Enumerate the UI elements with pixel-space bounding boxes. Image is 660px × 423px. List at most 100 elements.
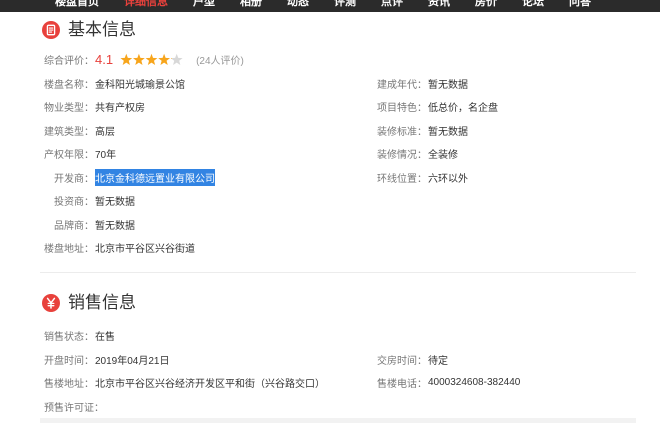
- section-divider: [40, 271, 636, 273]
- field-row: 楼盘名称： 金科阳光城瑜景公馆 建成年代： 暂无数据: [44, 72, 636, 96]
- property-type-field: 物业类型： 共有产权房: [44, 99, 377, 114]
- sales-phone-field: 售楼电话： 4000324608-382440: [377, 375, 520, 390]
- project-name-value: 金科阳光城瑜景公馆: [95, 79, 185, 91]
- decoration-status-value: 全装修: [428, 150, 458, 162]
- rating-star: [145, 53, 158, 65]
- property-type-label: 物业类型：: [44, 103, 94, 115]
- ring-road-location-value: 六环以外: [428, 173, 468, 185]
- investor-field: 投资商： 暂无数据: [44, 193, 377, 208]
- rating-star: [120, 53, 133, 65]
- ring-road-location-label: 环线位置：: [377, 173, 427, 185]
- opening-date-label: 开盘时间：: [44, 355, 94, 367]
- presale-permit-field: 预售许可证：: [44, 399, 377, 414]
- document-icon: [42, 21, 60, 39]
- rating-row: 综合评价： 4.1 (24人评价): [44, 48, 636, 72]
- nav-items: 楼盘首页 详细信息 户型 相册 动态 评测 点评 资讯 房价 论坛 问答: [55, 0, 591, 9]
- project-features-value: 低总价，名企盘: [428, 103, 498, 115]
- project-address-field: 楼盘地址： 北京市平谷区兴谷街道: [44, 240, 377, 255]
- building-type-value: 高层: [95, 126, 115, 138]
- delivery-date-field: 交房时间： 待定: [377, 352, 448, 367]
- project-name-field: 楼盘名称： 金科阳光城瑜景公馆: [44, 76, 377, 91]
- nav-item-news[interactable]: 资讯: [428, 0, 450, 9]
- build-year-field: 建成年代： 暂无数据: [377, 76, 468, 91]
- rating-star: [158, 53, 171, 65]
- developer-value: 北京金科德远置业有限公司: [95, 168, 215, 186]
- sales-info-title: 销售信息: [68, 293, 136, 312]
- field-row: 楼盘地址： 北京市平谷区兴谷街道: [44, 236, 636, 260]
- field-row: 预售许可证：: [44, 394, 636, 417]
- sales-office-address-label: 售楼地址：: [44, 379, 94, 391]
- rating-stars: [120, 53, 183, 65]
- rating-count: (24人评价): [196, 56, 244, 68]
- brand-owner-value: 暂无数据: [95, 220, 135, 232]
- property-rights-term-label: 产权年限：: [44, 150, 94, 162]
- sales-status-value: 在售: [95, 332, 115, 344]
- project-features-field: 项目特色： 低总价，名企盘: [377, 99, 498, 114]
- field-row: 销售状态： 在售: [44, 324, 636, 347]
- decoration-standard-field: 装修标准： 暂无数据: [377, 123, 468, 138]
- field-row: 开盘时间： 2019年04月21日 交房时间： 待定: [44, 348, 636, 371]
- build-year-value: 暂无数据: [428, 79, 468, 91]
- developer-field: 开发商： 北京金科德远置业有限公司: [44, 168, 377, 186]
- basic-info-header: 基本信息: [40, 18, 636, 42]
- nav-item-home[interactable]: 楼盘首页: [55, 0, 99, 9]
- building-type-label: 建筑类型：: [44, 126, 94, 138]
- field-row: 开发商： 北京金科德远置业有限公司 环线位置： 六环以外: [44, 166, 636, 190]
- investor-value: 暂无数据: [95, 197, 135, 209]
- sales-office-address-value: 北京市平谷区兴谷经济开发区平和街（兴谷路交口）: [95, 379, 325, 391]
- nav-item-reviews[interactable]: 点评: [381, 0, 403, 9]
- yuan-icon: [42, 294, 60, 312]
- rating-star: [133, 53, 145, 65]
- decoration-status-label: 装修情况：: [377, 150, 427, 162]
- rating-score: 4.1: [95, 51, 114, 67]
- delivery-date-value: 待定: [428, 355, 448, 367]
- sales-info-header: 销售信息: [40, 291, 636, 315]
- property-rights-term-value: 70年: [95, 150, 117, 162]
- nav-item-floor-plans[interactable]: 户型: [193, 0, 215, 9]
- sales-office-address-field: 售楼地址： 北京市平谷区兴谷经济开发区平和街（兴谷路交口）: [44, 375, 377, 390]
- sales-status-label: 销售状态：: [44, 332, 94, 344]
- project-name-label: 楼盘名称：: [44, 79, 94, 91]
- basic-info-section: 基本信息 综合评价： 4.1 (24人评价) 楼盘名称： 金科阳光城瑜景公馆 建…: [40, 18, 636, 260]
- main-content: 基本信息 综合评价： 4.1 (24人评价) 楼盘名称： 金科阳光城瑜景公馆 建…: [40, 18, 636, 423]
- decoration-standard-label: 装修标准：: [377, 126, 427, 138]
- page: 楼盘首页 详细信息 户型 相册 动态 评测 点评 资讯 房价 论坛 问答 基本信…: [0, 0, 660, 423]
- nav-item-evaluation[interactable]: 评测: [334, 0, 356, 9]
- developer-label: 开发商：: [54, 173, 94, 185]
- field-row: 品牌商： 暂无数据: [44, 213, 636, 237]
- basic-info-title: 基本信息: [68, 20, 136, 39]
- delivery-date-label: 交房时间：: [377, 355, 427, 367]
- field-row: 物业类型： 共有产权房 项目特色： 低总价，名企盘: [44, 95, 636, 119]
- nav-item-photos[interactable]: 相册: [240, 0, 262, 9]
- ring-road-location-field: 环线位置： 六环以外: [377, 170, 468, 185]
- brand-owner-field: 品牌商： 暂无数据: [44, 217, 377, 232]
- nav-item-prices[interactable]: 房价: [475, 0, 497, 9]
- property-rights-term-field: 产权年限： 70年: [44, 146, 377, 161]
- project-address-value: 北京市平谷区兴谷街道: [95, 244, 195, 256]
- top-nav-bar: 楼盘首页 详细信息 户型 相册 动态 评测 点评 资讯 房价 论坛 问答: [0, 0, 660, 12]
- sales-phone-label: 售楼电话：: [377, 379, 427, 391]
- project-features-label: 项目特色：: [377, 103, 427, 115]
- nav-item-forum[interactable]: 论坛: [522, 0, 544, 9]
- property-type-value: 共有产权房: [95, 103, 145, 115]
- building-type-field: 建筑类型： 高层: [44, 123, 377, 138]
- nav-item-details[interactable]: 详细信息: [124, 0, 168, 9]
- field-row: 建筑类型： 高层 装修标准： 暂无数据: [44, 119, 636, 143]
- opening-date-value: 2019年04月21日: [95, 355, 170, 367]
- permit-table-header: [40, 417, 636, 423]
- basic-info-fields: 综合评价： 4.1 (24人评价) 楼盘名称： 金科阳光城瑜景公馆 建成年代： …: [40, 48, 636, 260]
- sales-info-section: 销售信息 销售状态： 在售 开盘时间： 2019年04月21日 交房时间： 待定…: [40, 291, 636, 418]
- sales-status-field: 销售状态： 在售: [44, 328, 377, 343]
- brand-owner-label: 品牌商：: [54, 220, 94, 232]
- decoration-standard-value: 暂无数据: [428, 126, 468, 138]
- sales-phone-value: 4000324608-382440: [428, 377, 521, 389]
- field-row: 售楼地址： 北京市平谷区兴谷经济开发区平和街（兴谷路交口） 售楼电话： 4000…: [44, 371, 636, 394]
- field-row: 产权年限： 70年 装修情况： 全装修: [44, 142, 636, 166]
- sales-info-fields: 销售状态： 在售 开盘时间： 2019年04月21日 交房时间： 待定 售楼地址…: [40, 324, 636, 418]
- nav-item-updates[interactable]: 动态: [287, 0, 309, 9]
- nav-item-qa[interactable]: 问答: [569, 0, 591, 9]
- build-year-label: 建成年代：: [377, 79, 427, 91]
- rating-label: 综合评价：: [44, 56, 94, 68]
- presale-permit-label: 预售许可证：: [44, 402, 104, 414]
- investor-label: 投资商：: [54, 197, 94, 209]
